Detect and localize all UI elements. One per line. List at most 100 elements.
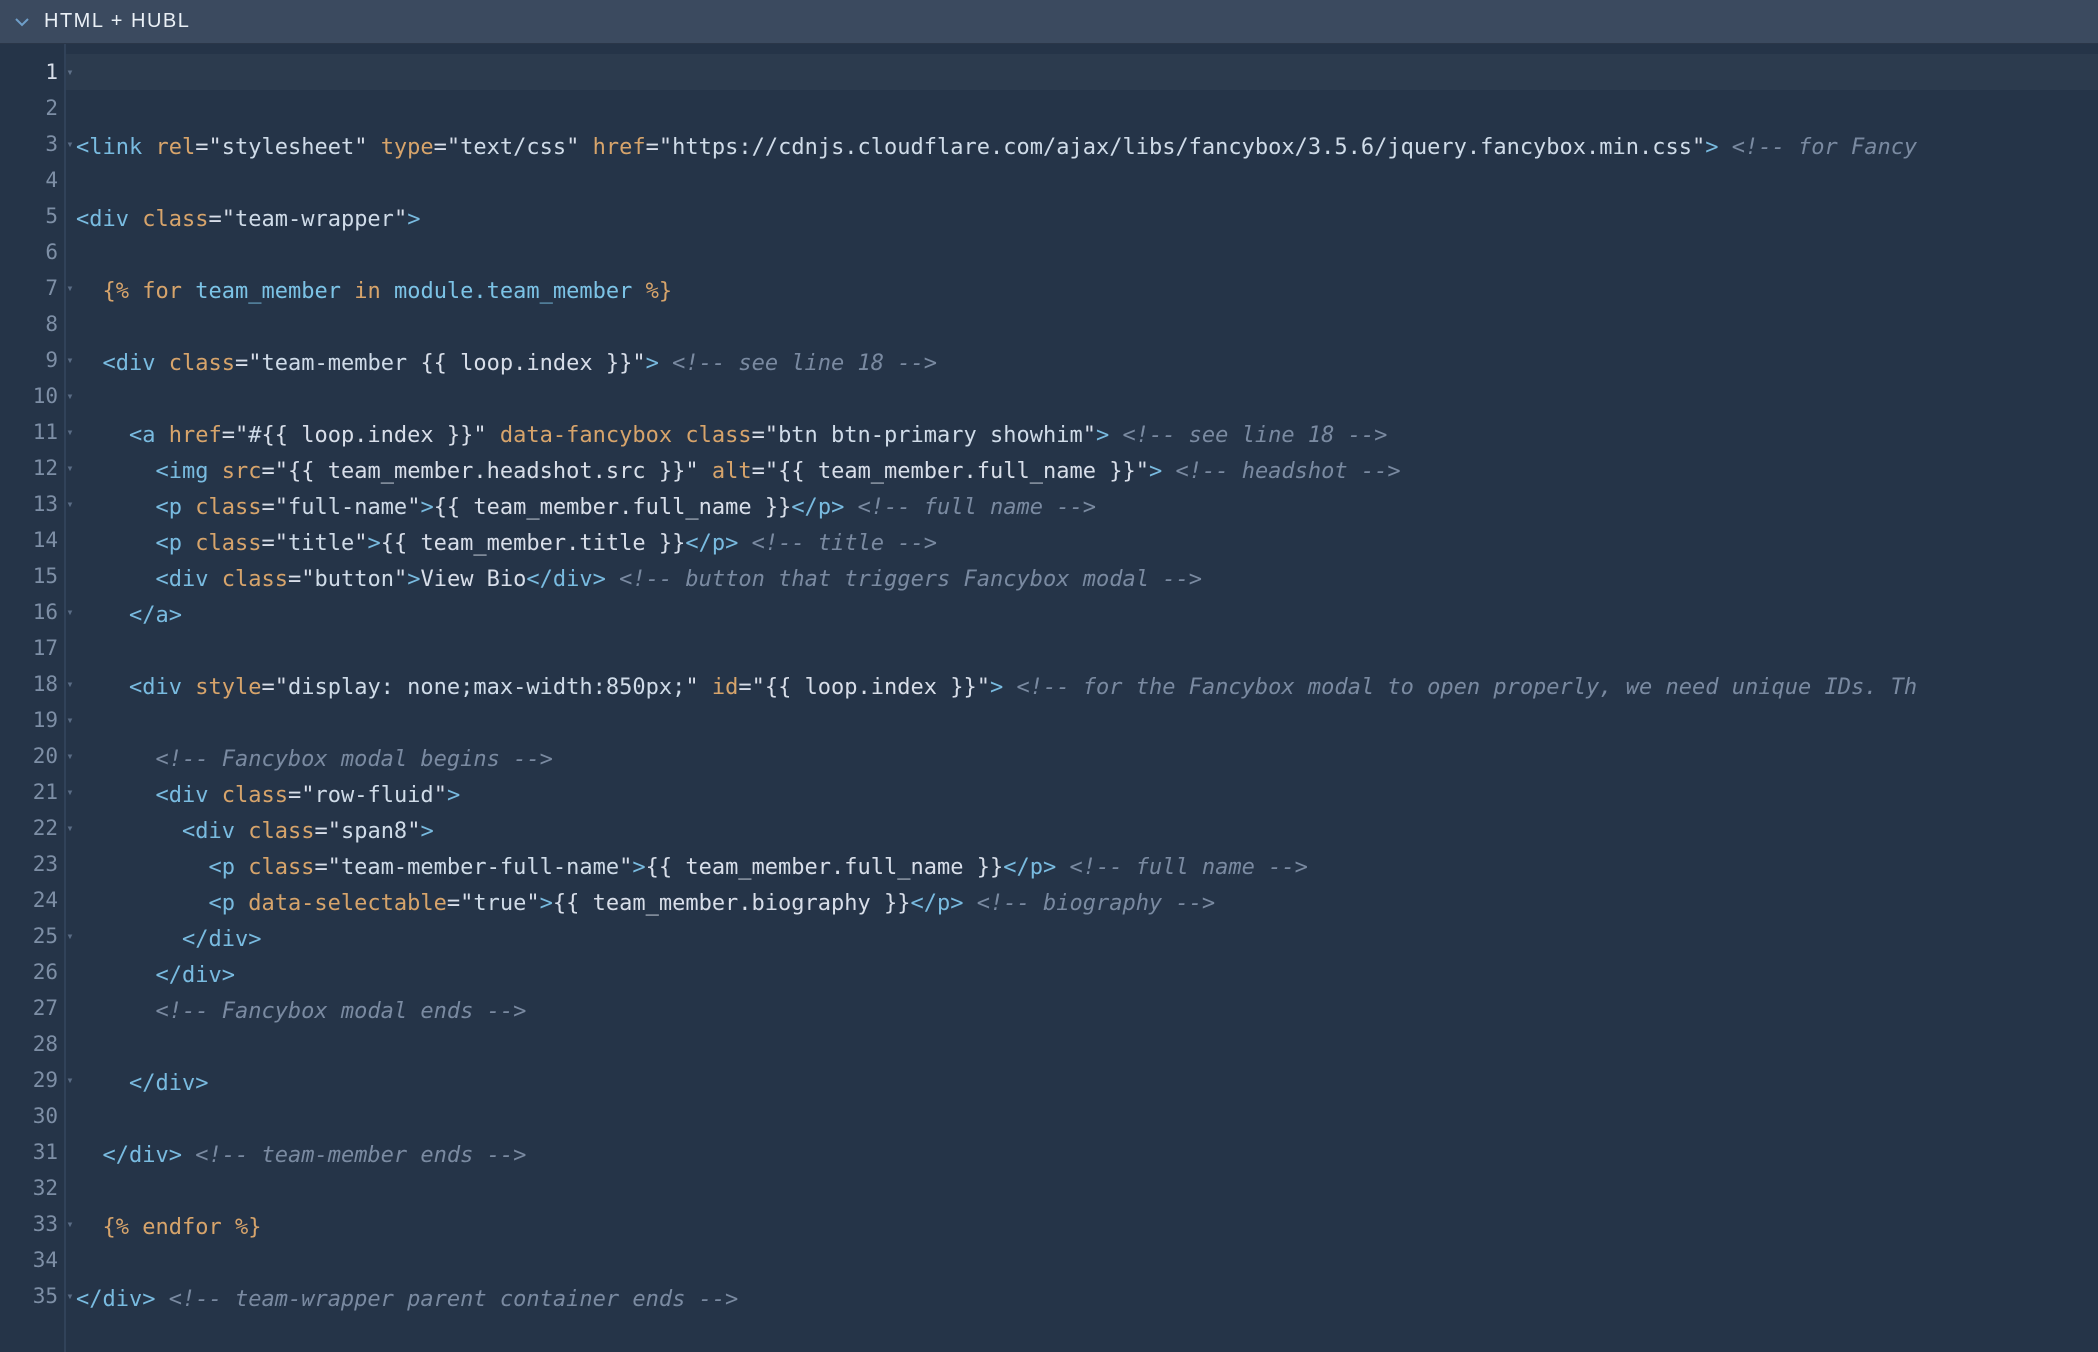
code-line[interactable]: </div> <!-- team-wrapper parent containe…: [66, 1281, 2098, 1317]
code-token: class: [195, 495, 261, 520]
line-number[interactable]: 3▾: [0, 126, 64, 162]
code-token: [76, 927, 182, 952]
code-line[interactable]: [66, 381, 2098, 417]
code-line[interactable]: </div>: [66, 1065, 2098, 1101]
code-line[interactable]: [66, 1029, 2098, 1065]
code-token: =": [222, 423, 249, 448]
code-line[interactable]: {% endfor %}: [66, 1209, 2098, 1245]
code-token: div: [195, 819, 235, 844]
line-number[interactable]: 28: [0, 1026, 64, 1062]
line-number[interactable]: 33▾: [0, 1206, 64, 1242]
code-line[interactable]: [66, 1245, 2098, 1281]
line-number[interactable]: 21▾: [0, 774, 64, 810]
code-token: [738, 531, 751, 556]
code-line[interactable]: [66, 165, 2098, 201]
code-token: </: [182, 927, 209, 952]
line-number[interactable]: 16▾: [0, 594, 64, 630]
line-number[interactable]: 10▾: [0, 378, 64, 414]
code-token: p: [818, 495, 831, 520]
code-token: >: [725, 531, 738, 556]
code-token: ": [1083, 423, 1096, 448]
code-line[interactable]: </div>: [66, 957, 2098, 993]
code-token: href: [169, 423, 222, 448]
code-token: >: [248, 927, 261, 952]
line-number[interactable]: 20▾: [0, 738, 64, 774]
line-number[interactable]: 30: [0, 1098, 64, 1134]
line-number[interactable]: 18▾: [0, 666, 64, 702]
code-token: #: [248, 423, 261, 448]
line-number[interactable]: 32: [0, 1170, 64, 1206]
code-line[interactable]: [66, 309, 2098, 345]
line-number[interactable]: 24: [0, 882, 64, 918]
code-line[interactable]: [66, 237, 2098, 273]
line-number[interactable]: 34: [0, 1242, 64, 1278]
code-line[interactable]: <p class="title">{{ team_member.title }}…: [66, 525, 2098, 561]
line-number[interactable]: 25▾: [0, 918, 64, 954]
code-line[interactable]: {% for team_member in module.team_member…: [66, 273, 2098, 309]
code-line[interactable]: <p class="team-member-full-name">{{ team…: [66, 849, 2098, 885]
code-line[interactable]: <!-- Fancybox modal ends -->: [66, 993, 2098, 1029]
code-token: =": [314, 819, 341, 844]
code-line[interactable]: <div class="team-member {{ loop.index }}…: [66, 345, 2098, 381]
code-line[interactable]: [66, 705, 2098, 741]
code-line[interactable]: <div class="button">View Bio</div> <!-- …: [66, 561, 2098, 597]
code-token: ": [1692, 135, 1705, 160]
code-token: class: [248, 855, 314, 880]
line-number[interactable]: 22▾: [0, 810, 64, 846]
code-line[interactable]: [66, 1101, 2098, 1137]
line-number[interactable]: 23: [0, 846, 64, 882]
code-line[interactable]: </div> <!-- team-member ends -->: [66, 1137, 2098, 1173]
line-number[interactable]: 26: [0, 954, 64, 990]
code-token: {{ loop.index }}: [420, 351, 632, 376]
code-line[interactable]: <div class="row-fluid">: [66, 777, 2098, 813]
code-token: >: [1705, 135, 1718, 160]
code-line[interactable]: <div style="display: none;max-width:850p…: [66, 669, 2098, 705]
line-number[interactable]: 5: [0, 198, 64, 234]
line-number[interactable]: 29▾: [0, 1062, 64, 1098]
code-line[interactable]: <link rel="stylesheet" type="text/css" h…: [66, 129, 2098, 165]
code-token: [142, 135, 155, 160]
code-token: [76, 531, 155, 556]
line-number[interactable]: 12▾: [0, 450, 64, 486]
code-token: div: [129, 1143, 169, 1168]
line-number[interactable]: 14: [0, 522, 64, 558]
code-line[interactable]: <img src="{{ team_member.headshot.src }}…: [66, 453, 2098, 489]
code-line[interactable]: [66, 1317, 2098, 1352]
code-token: </: [103, 1143, 130, 1168]
line-number-gutter[interactable]: 1▾23▾4567▾89▾10▾11▾12▾13▾141516▾1718▾19▾…: [0, 44, 66, 1352]
code-line[interactable]: <p data-selectable="true">{{ team_member…: [66, 885, 2098, 921]
line-number[interactable]: 15: [0, 558, 64, 594]
code-token: =": [314, 855, 341, 880]
code-line[interactable]: <a href="#{{ loop.index }}" data-fancybo…: [66, 417, 2098, 453]
line-number[interactable]: 27: [0, 990, 64, 1026]
line-number[interactable]: 11▾: [0, 414, 64, 450]
line-number[interactable]: 13▾: [0, 486, 64, 522]
code-line[interactable]: <div class="team-wrapper">: [66, 201, 2098, 237]
code-token: =": [261, 675, 288, 700]
code-content[interactable]: <link rel="stylesheet" type="text/css" h…: [66, 44, 2098, 1352]
line-number[interactable]: 4: [0, 162, 64, 198]
line-number[interactable]: 1▾: [0, 54, 64, 90]
code-line[interactable]: [66, 633, 2098, 669]
code-token: <: [155, 459, 168, 484]
panel-header[interactable]: HTML + HUBL: [0, 0, 2098, 44]
line-number[interactable]: 19▾: [0, 702, 64, 738]
line-number[interactable]: 17: [0, 630, 64, 666]
code-token: team-member-full-name: [341, 855, 619, 880]
code-line[interactable]: [66, 1173, 2098, 1209]
line-number[interactable]: 6: [0, 234, 64, 270]
line-number[interactable]: 31: [0, 1134, 64, 1170]
code-line[interactable]: </div>: [66, 921, 2098, 957]
line-number[interactable]: 9▾: [0, 342, 64, 378]
line-number[interactable]: 2: [0, 90, 64, 126]
code-token: div: [169, 783, 209, 808]
code-token: =": [261, 495, 288, 520]
code-line[interactable]: <!-- Fancybox modal begins -->: [66, 741, 2098, 777]
line-number[interactable]: 7▾: [0, 270, 64, 306]
line-number[interactable]: 35▾: [0, 1278, 64, 1314]
code-line[interactable]: <div class="span8">: [66, 813, 2098, 849]
code-line[interactable]: </a>: [66, 597, 2098, 633]
line-number[interactable]: 8: [0, 306, 64, 342]
code-line[interactable]: <p class="full-name">{{ team_member.full…: [66, 489, 2098, 525]
chevron-down-icon[interactable]: [14, 14, 30, 30]
